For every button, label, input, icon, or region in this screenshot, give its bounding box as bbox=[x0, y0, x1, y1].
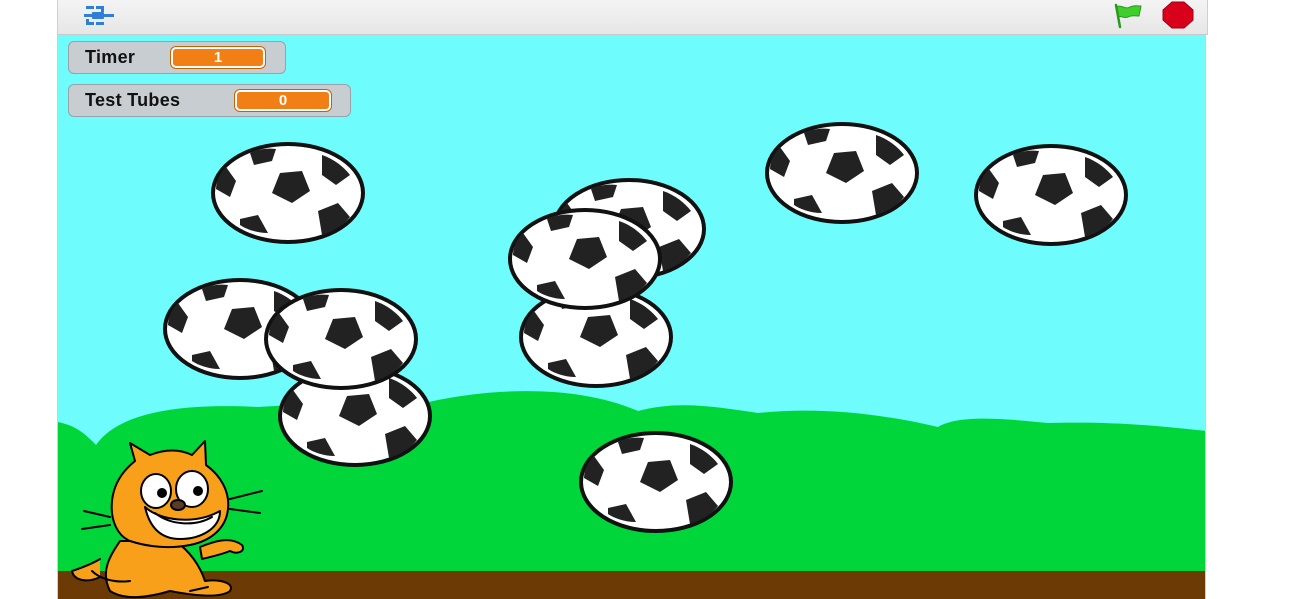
stop-button[interactable] bbox=[1160, 0, 1196, 30]
stage-header bbox=[57, 0, 1208, 35]
scratch-cat[interactable] bbox=[70, 440, 280, 599]
stop-sign-icon bbox=[1162, 1, 1194, 29]
soccer-ball[interactable] bbox=[210, 141, 366, 250]
soccer-ball[interactable] bbox=[578, 430, 734, 539]
soccer-ball[interactable] bbox=[507, 207, 663, 316]
fullscreen-button[interactable] bbox=[70, 2, 118, 30]
soccer-ball[interactable] bbox=[263, 287, 419, 396]
game-stage[interactable]: Timer 1 Test Tubes 0 bbox=[57, 35, 1206, 599]
test-tubes-label: Test Tubes bbox=[85, 90, 181, 110]
timer-monitor[interactable]: Timer 1 bbox=[68, 41, 286, 74]
green-flag-button[interactable] bbox=[1111, 1, 1147, 29]
test-tubes-value: 0 bbox=[235, 90, 331, 111]
soccer-ball[interactable] bbox=[764, 121, 920, 230]
soccer-ball[interactable] bbox=[973, 143, 1129, 252]
green-flag-icon bbox=[1114, 3, 1142, 29]
fullscreen-toggle-icon bbox=[84, 6, 114, 25]
timer-label: Timer bbox=[85, 47, 136, 67]
timer-value: 1 bbox=[171, 47, 265, 68]
test-tubes-monitor[interactable]: Test Tubes 0 bbox=[68, 84, 351, 117]
